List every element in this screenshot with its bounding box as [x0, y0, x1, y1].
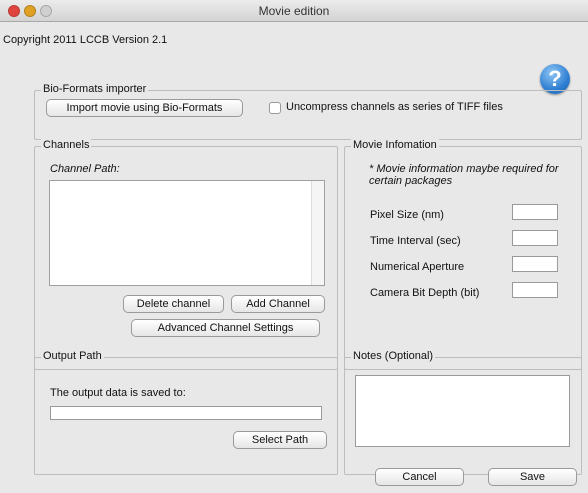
pixel-size-input[interactable] — [512, 204, 558, 220]
notes-group: Notes (Optional) — [344, 350, 582, 475]
add-channel-button[interactable]: Add Channel — [231, 295, 325, 313]
time-interval-input[interactable] — [512, 230, 558, 246]
notes-textarea[interactable] — [355, 375, 570, 447]
movie-info-group: Movie Infomation * Movie information may… — [344, 139, 582, 370]
cancel-button[interactable]: Cancel — [375, 468, 464, 486]
advanced-channel-settings-button[interactable]: Advanced Channel Settings — [131, 319, 320, 337]
copyright-text: Copyright 2011 LCCB Version 2.1 — [3, 34, 168, 46]
channel-path-label: Channel Path: — [50, 163, 120, 175]
pixel-size-label: Pixel Size (nm) — [370, 209, 444, 221]
delete-channel-button[interactable]: Delete channel — [123, 295, 224, 313]
time-interval-label: Time Interval (sec) — [370, 235, 461, 247]
numerical-aperture-label: Numerical Aperture — [370, 261, 465, 273]
channels-group: Channels Channel Path: Delete channel Ad… — [34, 139, 338, 370]
output-saved-label: The output data is saved to: — [50, 387, 186, 399]
window-title: Movie edition — [258, 4, 330, 18]
output-path-field[interactable] — [50, 406, 322, 420]
output-path-group: Output Path The output data is saved to:… — [34, 350, 338, 475]
movie-info-note: * Movie information maybe required for c… — [369, 163, 559, 187]
bioformats-group: Bio-Formats importer Import movie using … — [34, 83, 582, 140]
numerical-aperture-input[interactable] — [512, 256, 558, 272]
movie-info-legend: Movie Infomation — [351, 139, 439, 151]
channels-legend: Channels — [41, 139, 92, 151]
channel-list-scrollbar[interactable] — [311, 181, 324, 285]
output-path-legend: Output Path — [41, 350, 104, 362]
camera-bit-depth-label: Camera Bit Depth (bit) — [370, 287, 480, 299]
notes-legend: Notes (Optional) — [351, 350, 436, 362]
window-body: Copyright 2011 LCCB Version 2.1 ? Bio-Fo… — [0, 22, 588, 493]
save-button[interactable]: Save — [488, 468, 577, 486]
channel-path-list[interactable] — [49, 180, 325, 286]
camera-bit-depth-input[interactable] — [512, 282, 558, 298]
select-path-button[interactable]: Select Path — [233, 431, 327, 449]
title-bar: Movie edition — [0, 0, 588, 22]
bioformats-legend: Bio-Formats importer — [41, 83, 149, 95]
uncompress-checkbox[interactable] — [269, 102, 281, 114]
import-bioformats-button[interactable]: Import movie using Bio-Formats — [46, 99, 243, 117]
uncompress-label: Uncompress channels as series of TIFF fi… — [286, 101, 503, 113]
